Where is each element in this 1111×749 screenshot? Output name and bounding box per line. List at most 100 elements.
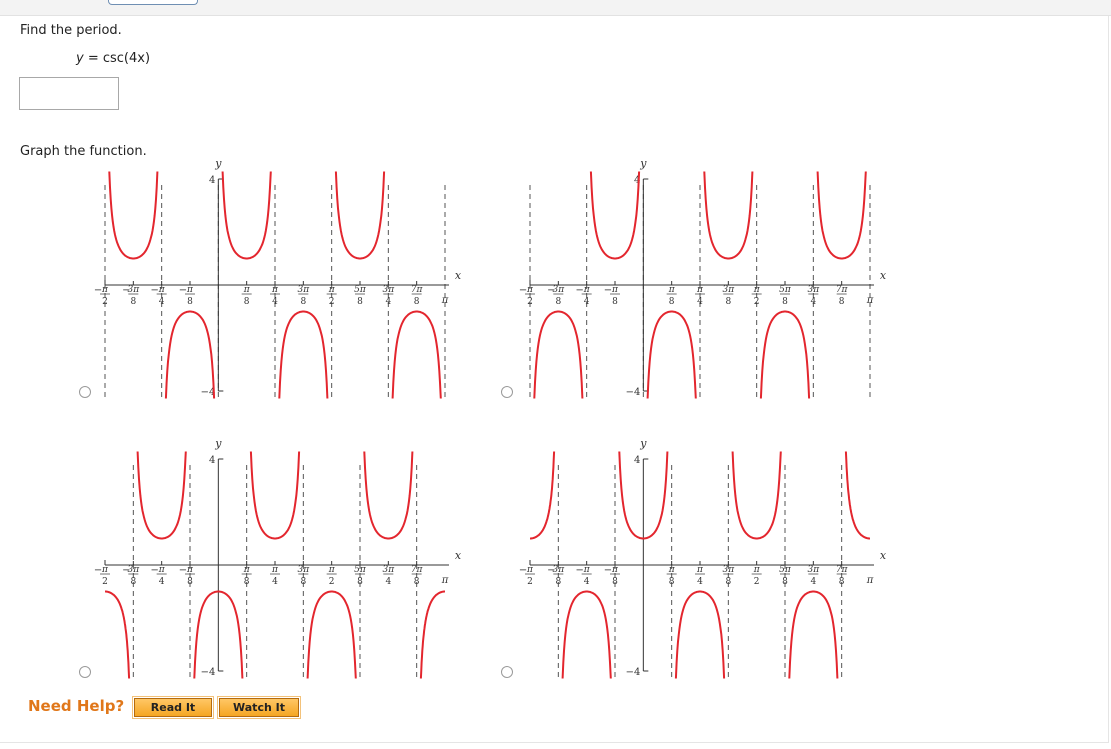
curve-branch xyxy=(533,310,584,399)
x-tick-denominator: 8 xyxy=(414,297,420,307)
graph-prompt: Graph the function. xyxy=(20,144,147,159)
period-answer-input[interactable] xyxy=(19,77,119,110)
x-tick-denominator: 8 xyxy=(555,577,561,587)
x-tick-label-pi: π xyxy=(866,295,874,306)
x-tick-numerator: π xyxy=(328,285,336,295)
x-tick-denominator: 8 xyxy=(130,577,136,587)
x-tick-numerator: π xyxy=(668,285,676,295)
curve-branch xyxy=(674,590,726,679)
x-tick-minus: − xyxy=(150,285,158,296)
x-tick-numerator: 3π xyxy=(553,565,566,575)
equation-y: y xyxy=(76,51,84,66)
top-tab-button[interactable] xyxy=(108,0,198,5)
x-tick-minus: − xyxy=(604,285,612,296)
x-tick-numerator: π xyxy=(186,565,194,575)
x-tick-label-pi: π xyxy=(441,575,449,586)
curve-branch xyxy=(249,451,301,540)
x-tick-denominator: 8 xyxy=(414,577,420,587)
option-4-radio[interactable] xyxy=(501,666,513,678)
x-tick-numerator: 7π xyxy=(411,565,424,575)
x-tick-denominator: 8 xyxy=(300,577,306,587)
curve-branch xyxy=(136,451,187,540)
option-3-radio[interactable] xyxy=(79,666,91,678)
x-tick-denominator: 4 xyxy=(272,297,278,307)
x-tick-numerator: 3π xyxy=(298,565,311,575)
x-tick-numerator: 3π xyxy=(808,285,821,295)
x-tick-numerator: π xyxy=(526,285,534,295)
graph-option-3: 4−4yxπ− π2−3π8− π4− π8π8π43π8π25π83π47π8 xyxy=(94,437,462,679)
x-tick-denominator: 2 xyxy=(754,577,760,587)
x-tick-minus: − xyxy=(575,285,583,296)
x-tick-denominator: 8 xyxy=(357,577,363,587)
x-tick-denominator: 8 xyxy=(782,297,788,307)
x-tick-denominator: 8 xyxy=(555,297,561,307)
curve-branch xyxy=(419,590,445,679)
x-tick-numerator: 3π xyxy=(298,285,311,295)
x-tick-denominator: 8 xyxy=(244,297,250,307)
x-tick-numerator: π xyxy=(696,285,704,295)
x-tick-numerator: 3π xyxy=(723,285,736,295)
x-tick-numerator: 3π xyxy=(128,565,141,575)
x-tick-numerator: π xyxy=(583,285,591,295)
x-tick-denominator: 4 xyxy=(584,297,590,307)
curve-branch xyxy=(589,171,641,260)
x-tick-denominator: 4 xyxy=(697,297,703,307)
x-tick-denominator: 4 xyxy=(810,297,816,307)
curve-branch xyxy=(731,451,782,540)
x-tick-numerator: 3π xyxy=(808,565,821,575)
read-it-button[interactable]: Read It xyxy=(132,696,214,719)
x-tick-numerator: 5π xyxy=(779,285,792,295)
x-tick-numerator: π xyxy=(101,285,109,295)
x-tick-denominator: 8 xyxy=(725,297,731,307)
curve-branch xyxy=(561,590,612,679)
x-tick-denominator: 8 xyxy=(839,577,845,587)
x-tick-denominator: 4 xyxy=(159,577,165,587)
top-bar xyxy=(0,0,1111,16)
curve-branch xyxy=(278,310,329,399)
curve-branch xyxy=(221,171,272,260)
x-axis-label: x xyxy=(880,269,887,282)
x-tick-denominator: 8 xyxy=(187,297,193,307)
curve-branch xyxy=(391,310,442,399)
graph-option-2: 4−4yxπ− π2−3π8− π4− π8π8π43π8π25π83π47π8 xyxy=(519,157,887,399)
watch-it-button[interactable]: Watch It xyxy=(217,696,301,719)
x-tick-denominator: 4 xyxy=(159,297,165,307)
curve-branch xyxy=(844,451,870,540)
x-tick-numerator: π xyxy=(243,565,251,575)
x-axis-label: x xyxy=(455,269,462,282)
option-1-radio[interactable] xyxy=(79,386,91,398)
x-tick-denominator: 8 xyxy=(357,297,363,307)
y-tick-label-top: 4 xyxy=(209,455,215,466)
x-tick-denominator: 8 xyxy=(669,577,675,587)
x-axis-label: x xyxy=(880,549,887,562)
equation: y = csc(4x) xyxy=(76,51,150,66)
option-2-radio[interactable] xyxy=(501,386,513,398)
x-tick-denominator: 8 xyxy=(612,577,618,587)
x-tick-denominator: 8 xyxy=(839,297,845,307)
need-help-label: Need Help? xyxy=(28,697,125,715)
x-tick-numerator: 3π xyxy=(383,285,396,295)
x-tick-denominator: 4 xyxy=(697,577,703,587)
x-tick-numerator: 3π xyxy=(128,285,141,295)
find-period-prompt: Find the period. xyxy=(20,23,122,38)
x-tick-numerator: π xyxy=(583,565,591,575)
curve-branch xyxy=(108,171,159,260)
curve-branch xyxy=(334,171,386,260)
x-tick-numerator: 7π xyxy=(836,565,849,575)
x-tick-denominator: 4 xyxy=(385,297,391,307)
curve-branch xyxy=(105,590,131,679)
x-tick-denominator: 4 xyxy=(584,577,590,587)
x-tick-numerator: π xyxy=(696,565,704,575)
x-tick-numerator: π xyxy=(611,285,619,295)
curve-branch xyxy=(530,451,556,540)
x-tick-numerator: π xyxy=(186,285,194,295)
x-tick-denominator: 8 xyxy=(244,577,250,587)
y-tick-label-top: 4 xyxy=(209,175,215,186)
x-tick-denominator: 8 xyxy=(300,297,306,307)
x-tick-denominator: 2 xyxy=(754,297,760,307)
x-tick-numerator: 3π xyxy=(723,565,736,575)
x-tick-numerator: 7π xyxy=(411,285,424,295)
x-tick-numerator: π xyxy=(243,285,251,295)
x-tick-numerator: π xyxy=(271,285,279,295)
x-tick-numerator: 5π xyxy=(779,565,792,575)
